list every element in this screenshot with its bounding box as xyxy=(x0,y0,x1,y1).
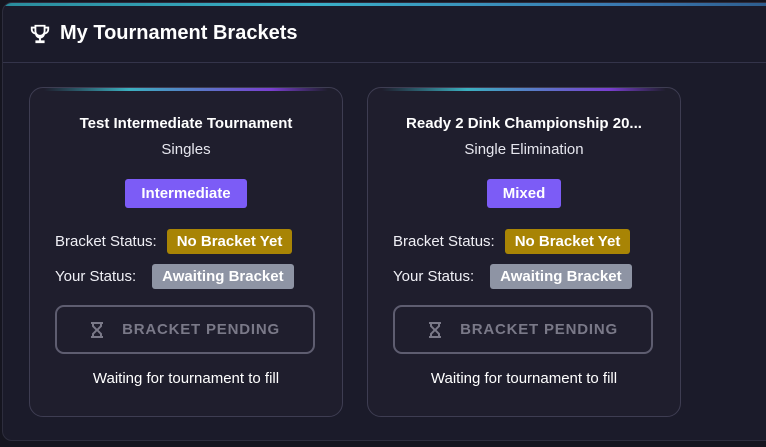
bracket-status-row: Bracket Status: No Bracket Yet xyxy=(55,228,322,254)
level-badge: Intermediate xyxy=(125,179,247,208)
your-status-label: Your Status: xyxy=(55,267,137,285)
tournament-format: Single Elimination xyxy=(464,141,584,158)
tournament-title: Test Intermediate Tournament xyxy=(79,115,293,132)
tournament-title: Ready 2 Dink Championship 20... xyxy=(406,115,642,132)
hourglass-icon xyxy=(91,321,104,338)
your-status-row: Your Status: Awaiting Bracket xyxy=(55,263,322,289)
card-accent-line xyxy=(44,88,328,91)
bracket-status-row: Bracket Status: No Bracket Yet xyxy=(393,228,660,254)
bracket-status-label: Bracket Status: xyxy=(393,232,495,250)
trophy-icon xyxy=(30,24,50,44)
your-status-label: Your Status: xyxy=(393,267,475,285)
hourglass-icon xyxy=(429,321,442,338)
level-badge: Mixed xyxy=(486,179,562,208)
tournament-card: Ready 2 Dink Championship 20... Single E… xyxy=(367,87,681,417)
card-accent-line xyxy=(382,88,666,91)
your-status-badge: Awaiting Bracket xyxy=(490,263,632,289)
waiting-message: Waiting for tournament to fill xyxy=(92,370,280,387)
bracket-status-label: Bracket Status: xyxy=(55,232,157,250)
brackets-panel: My Tournament Brackets Test Intermediate… xyxy=(2,2,766,441)
bracket-status-badge: No Bracket Yet xyxy=(504,228,631,254)
your-status-row: Your Status: Awaiting Bracket xyxy=(393,263,660,289)
bracket-status-badge: No Bracket Yet xyxy=(166,228,293,254)
tournament-format: Singles xyxy=(161,141,211,158)
bracket-pending-label: BRACKET PENDING xyxy=(122,321,280,338)
bracket-pending-button[interactable]: BRACKET PENDING xyxy=(55,305,315,354)
waiting-message: Waiting for tournament to fill xyxy=(430,370,618,387)
bracket-pending-button[interactable]: BRACKET PENDING xyxy=(393,305,653,354)
your-status-badge: Awaiting Bracket xyxy=(152,263,294,289)
panel-header: My Tournament Brackets xyxy=(3,6,766,63)
bracket-pending-label: BRACKET PENDING xyxy=(460,321,618,338)
tournament-card: Test Intermediate Tournament Singles Int… xyxy=(29,87,343,417)
page-title: My Tournament Brackets xyxy=(60,22,298,44)
